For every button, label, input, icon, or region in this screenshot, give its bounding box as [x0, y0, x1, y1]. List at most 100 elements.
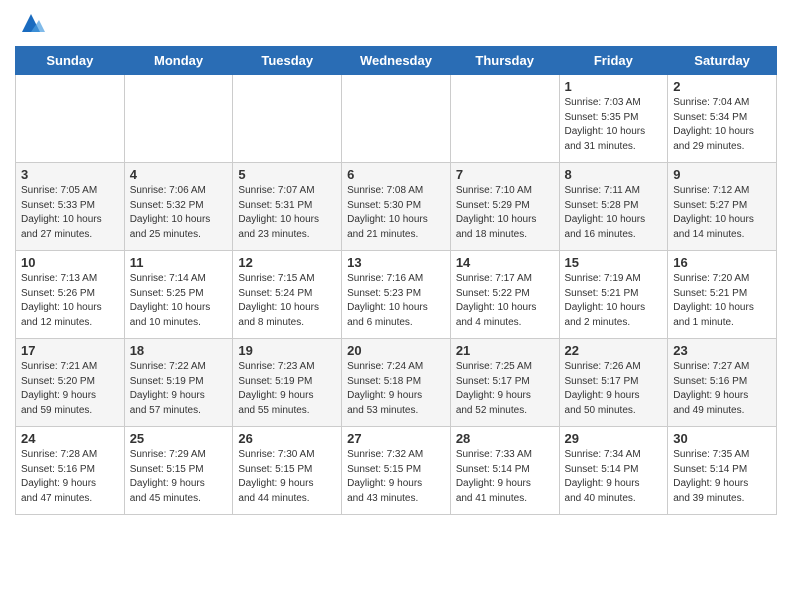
day-info: Sunrise: 7:28 AM Sunset: 5:16 PM Dayligh… — [21, 448, 119, 506]
calendar-cell: 12 Sunrise: 7:15 AM Sunset: 5:24 PM Dayli… — [233, 251, 342, 339]
calendar-cell: 9 Sunrise: 7:12 AM Sunset: 5:27 PM Daylig… — [668, 163, 777, 251]
logo-icon — [17, 10, 45, 38]
day-info: Sunrise: 7:08 AM Sunset: 5:30 PM Dayligh… — [347, 184, 445, 242]
day-number: 15 — [565, 255, 663, 270]
day-info: Sunrise: 7:05 AM Sunset: 5:33 PM Dayligh… — [21, 184, 119, 242]
day-number: 8 — [565, 167, 663, 182]
calendar-cell: 24 Sunrise: 7:28 AM Sunset: 5:16 PM Dayli… — [16, 427, 125, 515]
day-info: Sunrise: 7:25 AM Sunset: 5:17 PM Dayligh… — [456, 360, 554, 418]
day-header-monday: Monday — [124, 47, 233, 75]
day-number: 13 — [347, 255, 445, 270]
calendar-cell: 30 Sunrise: 7:35 AM Sunset: 5:14 PM Dayli… — [668, 427, 777, 515]
calendar-cell: 27 Sunrise: 7:32 AM Sunset: 5:15 PM Dayli… — [342, 427, 451, 515]
day-number: 23 — [673, 343, 771, 358]
day-number: 2 — [673, 79, 771, 94]
day-info: Sunrise: 7:14 AM Sunset: 5:25 PM Dayligh… — [130, 272, 228, 330]
day-info: Sunrise: 7:32 AM Sunset: 5:15 PM Dayligh… — [347, 448, 445, 506]
week-row-1: 1 Sunrise: 7:03 AM Sunset: 5:35 PM Daylig… — [16, 75, 777, 163]
day-header-thursday: Thursday — [450, 47, 559, 75]
calendar-cell: 11 Sunrise: 7:14 AM Sunset: 5:25 PM Dayli… — [124, 251, 233, 339]
day-number: 9 — [673, 167, 771, 182]
day-info: Sunrise: 7:29 AM Sunset: 5:15 PM Dayligh… — [130, 448, 228, 506]
calendar-cell — [16, 75, 125, 163]
calendar-cell — [450, 75, 559, 163]
day-header-friday: Friday — [559, 47, 668, 75]
day-info: Sunrise: 7:35 AM Sunset: 5:14 PM Dayligh… — [673, 448, 771, 506]
calendar-cell: 13 Sunrise: 7:16 AM Sunset: 5:23 PM Dayli… — [342, 251, 451, 339]
calendar-cell: 4 Sunrise: 7:06 AM Sunset: 5:32 PM Daylig… — [124, 163, 233, 251]
day-number: 1 — [565, 79, 663, 94]
calendar-cell: 5 Sunrise: 7:07 AM Sunset: 5:31 PM Daylig… — [233, 163, 342, 251]
day-number: 21 — [456, 343, 554, 358]
day-number: 28 — [456, 431, 554, 446]
day-number: 17 — [21, 343, 119, 358]
day-number: 25 — [130, 431, 228, 446]
day-info: Sunrise: 7:30 AM Sunset: 5:15 PM Dayligh… — [238, 448, 336, 506]
day-number: 27 — [347, 431, 445, 446]
day-header-saturday: Saturday — [668, 47, 777, 75]
day-number: 12 — [238, 255, 336, 270]
calendar-cell: 29 Sunrise: 7:34 AM Sunset: 5:14 PM Dayli… — [559, 427, 668, 515]
week-row-4: 17 Sunrise: 7:21 AM Sunset: 5:20 PM Dayli… — [16, 339, 777, 427]
calendar-cell: 8 Sunrise: 7:11 AM Sunset: 5:28 PM Daylig… — [559, 163, 668, 251]
day-info: Sunrise: 7:06 AM Sunset: 5:32 PM Dayligh… — [130, 184, 228, 242]
calendar-cell: 1 Sunrise: 7:03 AM Sunset: 5:35 PM Daylig… — [559, 75, 668, 163]
day-info: Sunrise: 7:26 AM Sunset: 5:17 PM Dayligh… — [565, 360, 663, 418]
day-number: 7 — [456, 167, 554, 182]
day-info: Sunrise: 7:16 AM Sunset: 5:23 PM Dayligh… — [347, 272, 445, 330]
calendar-cell: 6 Sunrise: 7:08 AM Sunset: 5:30 PM Daylig… — [342, 163, 451, 251]
day-info: Sunrise: 7:11 AM Sunset: 5:28 PM Dayligh… — [565, 184, 663, 242]
day-info: Sunrise: 7:07 AM Sunset: 5:31 PM Dayligh… — [238, 184, 336, 242]
day-number: 29 — [565, 431, 663, 446]
calendar-cell: 3 Sunrise: 7:05 AM Sunset: 5:33 PM Daylig… — [16, 163, 125, 251]
day-info: Sunrise: 7:22 AM Sunset: 5:19 PM Dayligh… — [130, 360, 228, 418]
calendar-cell: 15 Sunrise: 7:19 AM Sunset: 5:21 PM Dayli… — [559, 251, 668, 339]
calendar-cell — [342, 75, 451, 163]
day-info: Sunrise: 7:10 AM Sunset: 5:29 PM Dayligh… — [456, 184, 554, 242]
calendar-cell — [124, 75, 233, 163]
calendar-table: SundayMondayTuesdayWednesdayThursdayFrid… — [15, 46, 777, 515]
week-row-3: 10 Sunrise: 7:13 AM Sunset: 5:26 PM Dayli… — [16, 251, 777, 339]
calendar-cell: 21 Sunrise: 7:25 AM Sunset: 5:17 PM Dayli… — [450, 339, 559, 427]
logo — [15, 10, 45, 38]
day-number: 30 — [673, 431, 771, 446]
calendar-cell — [233, 75, 342, 163]
day-info: Sunrise: 7:03 AM Sunset: 5:35 PM Dayligh… — [565, 96, 663, 154]
calendar-cell: 20 Sunrise: 7:24 AM Sunset: 5:18 PM Dayli… — [342, 339, 451, 427]
calendar-cell: 14 Sunrise: 7:17 AM Sunset: 5:22 PM Dayli… — [450, 251, 559, 339]
calendar-cell: 25 Sunrise: 7:29 AM Sunset: 5:15 PM Dayli… — [124, 427, 233, 515]
calendar-cell: 10 Sunrise: 7:13 AM Sunset: 5:26 PM Dayli… — [16, 251, 125, 339]
calendar-cell: 18 Sunrise: 7:22 AM Sunset: 5:19 PM Dayli… — [124, 339, 233, 427]
day-number: 10 — [21, 255, 119, 270]
day-header-sunday: Sunday — [16, 47, 125, 75]
day-info: Sunrise: 7:33 AM Sunset: 5:14 PM Dayligh… — [456, 448, 554, 506]
day-number: 26 — [238, 431, 336, 446]
day-number: 5 — [238, 167, 336, 182]
day-info: Sunrise: 7:24 AM Sunset: 5:18 PM Dayligh… — [347, 360, 445, 418]
day-number: 11 — [130, 255, 228, 270]
day-number: 3 — [21, 167, 119, 182]
day-number: 4 — [130, 167, 228, 182]
day-info: Sunrise: 7:27 AM Sunset: 5:16 PM Dayligh… — [673, 360, 771, 418]
day-number: 24 — [21, 431, 119, 446]
day-header-wednesday: Wednesday — [342, 47, 451, 75]
day-number: 20 — [347, 343, 445, 358]
day-info: Sunrise: 7:34 AM Sunset: 5:14 PM Dayligh… — [565, 448, 663, 506]
day-info: Sunrise: 7:15 AM Sunset: 5:24 PM Dayligh… — [238, 272, 336, 330]
calendar-cell: 19Sunrise: 7:23 AM Sunset: 5:19 PM Dayli… — [233, 339, 342, 427]
page-wrapper: SundayMondayTuesdayWednesdayThursdayFrid… — [0, 0, 792, 530]
day-number: 19 — [238, 343, 336, 358]
day-number: 14 — [456, 255, 554, 270]
calendar-cell: 7 Sunrise: 7:10 AM Sunset: 5:29 PM Daylig… — [450, 163, 559, 251]
day-info: Sunrise: 7:19 AM Sunset: 5:21 PM Dayligh… — [565, 272, 663, 330]
calendar-cell: 28 Sunrise: 7:33 AM Sunset: 5:14 PM Dayli… — [450, 427, 559, 515]
day-info: Sunrise: 7:17 AM Sunset: 5:22 PM Dayligh… — [456, 272, 554, 330]
day-info: Sunrise: 7:12 AM Sunset: 5:27 PM Dayligh… — [673, 184, 771, 242]
day-info: Sunrise: 7:21 AM Sunset: 5:20 PM Dayligh… — [21, 360, 119, 418]
calendar-cell: 26 Sunrise: 7:30 AM Sunset: 5:15 PM Dayli… — [233, 427, 342, 515]
day-number: 18 — [130, 343, 228, 358]
days-header-row: SundayMondayTuesdayWednesdayThursdayFrid… — [16, 47, 777, 75]
day-number: 6 — [347, 167, 445, 182]
day-info: Sunrise: 7:13 AM Sunset: 5:26 PM Dayligh… — [21, 272, 119, 330]
day-number: 16 — [673, 255, 771, 270]
